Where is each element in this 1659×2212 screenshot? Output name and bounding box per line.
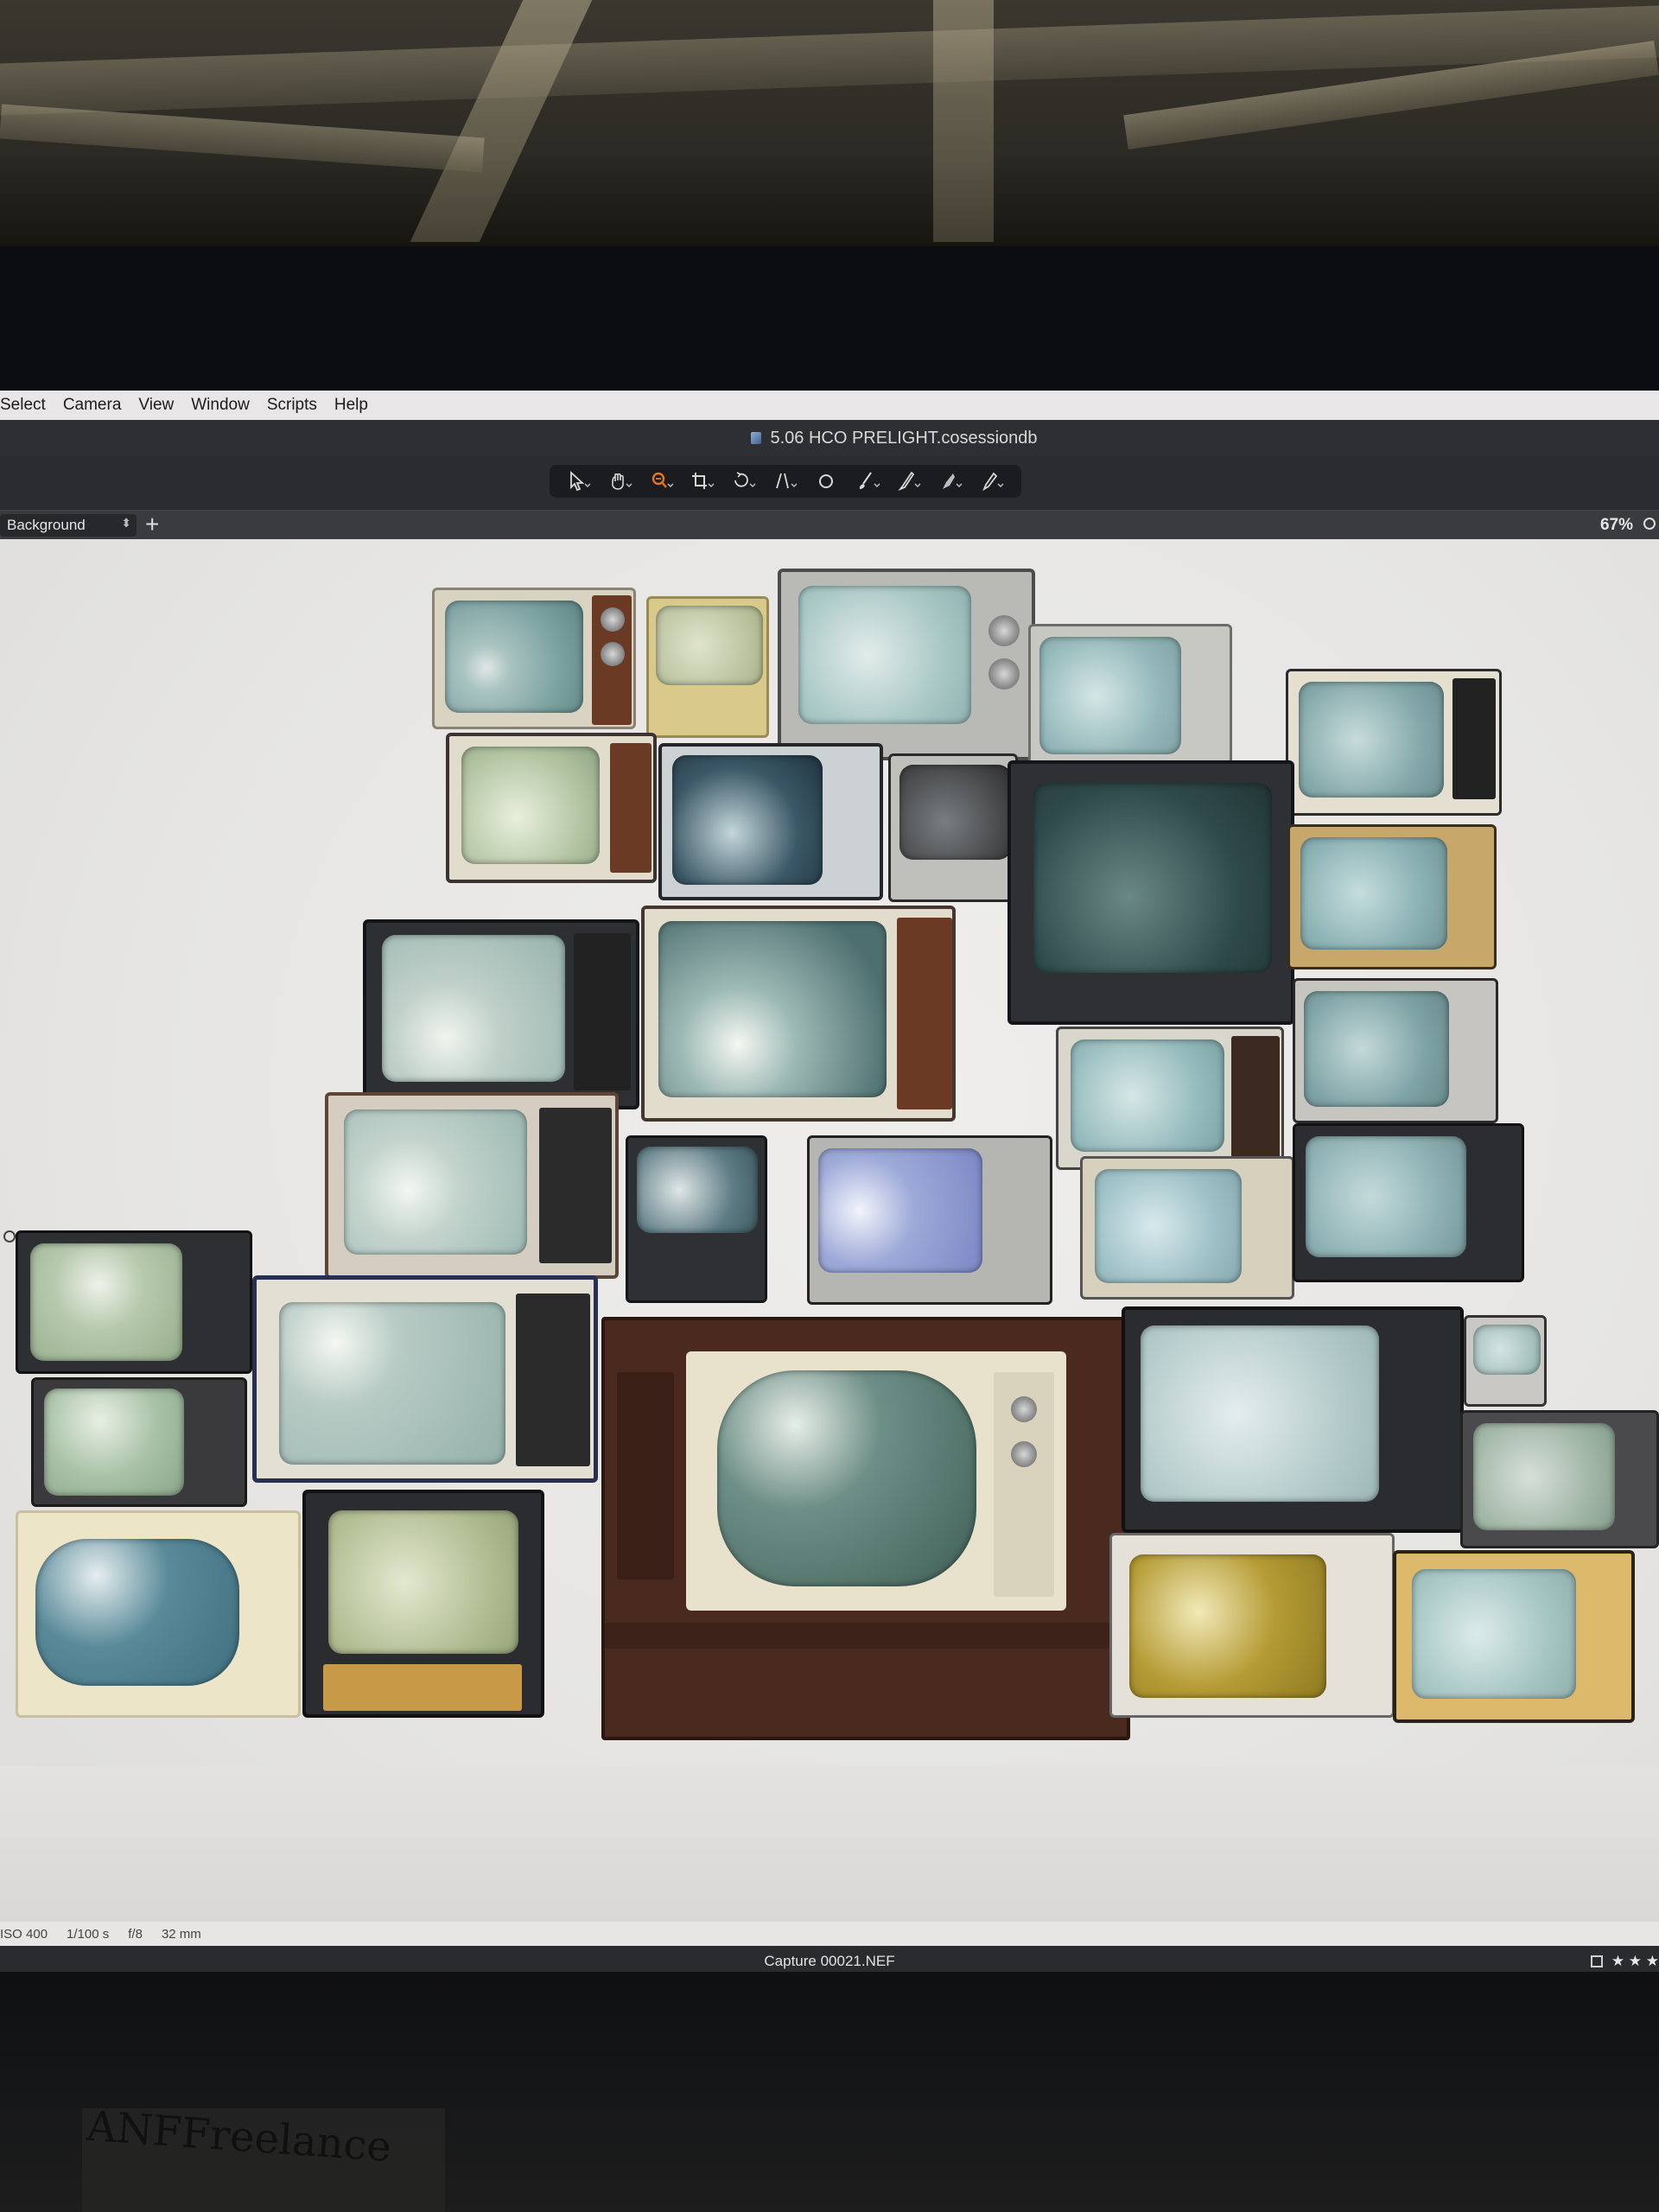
tv-top-4 xyxy=(1028,624,1232,766)
capture-filename: Capture 00021.NEF xyxy=(764,1953,895,1969)
toolbar xyxy=(0,456,1659,510)
tv-row3-2 xyxy=(641,906,956,1122)
iso-value: ISO 400 xyxy=(0,1927,48,1942)
tv-left-2 xyxy=(31,1377,247,1507)
ceiling-background xyxy=(0,0,1659,251)
menu-bar: Select Camera View Window Scripts Help xyxy=(0,391,1659,421)
tv-row2-large xyxy=(1007,760,1294,1025)
zoom-icon[interactable] xyxy=(645,468,679,494)
tv-row3-right-1 xyxy=(1056,1027,1284,1170)
tv-row3-1 xyxy=(363,919,639,1109)
menu-select[interactable]: Select xyxy=(0,396,63,415)
brush-icon[interactable] xyxy=(851,468,886,494)
cursor-tools-group xyxy=(550,465,1021,498)
tv-row2-3 xyxy=(888,753,1018,902)
window-title: 5.06 HCO PRELIGHT.cosessiondb xyxy=(770,428,1038,448)
tv-row4-right-2 xyxy=(1293,1123,1524,1282)
tv-left-cream xyxy=(16,1510,301,1718)
filmstrip-bar: Capture 00021.NEF ★ ★ ★ xyxy=(0,1946,1659,1975)
tv-top-right xyxy=(1286,669,1502,816)
tv-row4-3 xyxy=(807,1135,1052,1305)
tv-right-4 xyxy=(1393,1550,1635,1723)
tv-right-small xyxy=(1464,1315,1547,1407)
tv-row3-right-2 xyxy=(1293,978,1498,1123)
pen-icon[interactable] xyxy=(975,468,1009,494)
magnifier-icon[interactable] xyxy=(1643,518,1656,530)
pointer-icon[interactable] xyxy=(562,468,596,494)
tv-row2-2 xyxy=(658,743,883,900)
tv-console xyxy=(601,1317,1130,1740)
layer-select-value: Background xyxy=(7,517,86,533)
menu-camera[interactable]: Camera xyxy=(63,396,139,415)
erase-brush-icon[interactable] xyxy=(892,468,926,494)
select-checkbox[interactable] xyxy=(1590,1955,1603,1967)
aperture-value: f/8 xyxy=(128,1927,143,1942)
tv-top-2 xyxy=(646,596,769,738)
monitor-bezel xyxy=(0,246,1659,393)
zoom-level[interactable]: 67% xyxy=(1600,516,1633,535)
tv-right-gold xyxy=(1287,824,1497,969)
menu-help[interactable]: Help xyxy=(334,396,385,415)
capture-one-window: Select Camera View Window Scripts Help 5… xyxy=(0,391,1659,1975)
tv-right-3 xyxy=(1109,1533,1395,1718)
layer-select[interactable]: Background ⬍ xyxy=(0,514,137,537)
focal-length-value: 32 mm xyxy=(161,1927,201,1942)
tv-row4-right-1 xyxy=(1080,1156,1294,1300)
tv-top-3 xyxy=(778,569,1035,760)
tv-left-1 xyxy=(16,1230,252,1374)
viewer-zoom-icon[interactable] xyxy=(3,1230,16,1243)
gradient-icon[interactable] xyxy=(933,468,968,494)
keystone-icon[interactable] xyxy=(768,468,803,494)
menu-scripts[interactable]: Scripts xyxy=(267,396,334,415)
tv-row4-1 xyxy=(325,1092,619,1279)
add-layer-icon[interactable]: + xyxy=(145,511,159,538)
star-rating[interactable]: ★ ★ ★ xyxy=(1611,1953,1659,1970)
tv-row4-2 xyxy=(626,1135,767,1303)
session-document-icon xyxy=(751,432,762,444)
hand-icon[interactable] xyxy=(603,468,638,494)
circle-icon[interactable] xyxy=(810,468,844,494)
layer-bar: Background ⬍ + 67% xyxy=(0,510,1659,540)
title-bar: 5.06 HCO PRELIGHT.cosessiondb xyxy=(0,420,1659,456)
tv-left-4 xyxy=(302,1490,544,1718)
rotate-icon[interactable] xyxy=(727,468,761,494)
updown-arrows-icon: ⬍ xyxy=(121,516,131,530)
tv-left-3 xyxy=(252,1275,598,1483)
menu-view[interactable]: View xyxy=(138,396,191,415)
tv-row2-1 xyxy=(446,733,657,883)
crop-icon[interactable] xyxy=(685,468,720,494)
image-viewer[interactable] xyxy=(0,539,1659,1922)
capture-info-bar: ISO 400 1/100 s f/8 32 mm xyxy=(0,1922,1659,1946)
tv-right-2 xyxy=(1460,1410,1659,1548)
tv-right-1 xyxy=(1122,1306,1464,1533)
shutter-value: 1/100 s xyxy=(67,1927,110,1942)
studio-floor xyxy=(0,1766,1659,1922)
tv-top-1 xyxy=(432,588,636,729)
menu-window[interactable]: Window xyxy=(191,396,267,415)
